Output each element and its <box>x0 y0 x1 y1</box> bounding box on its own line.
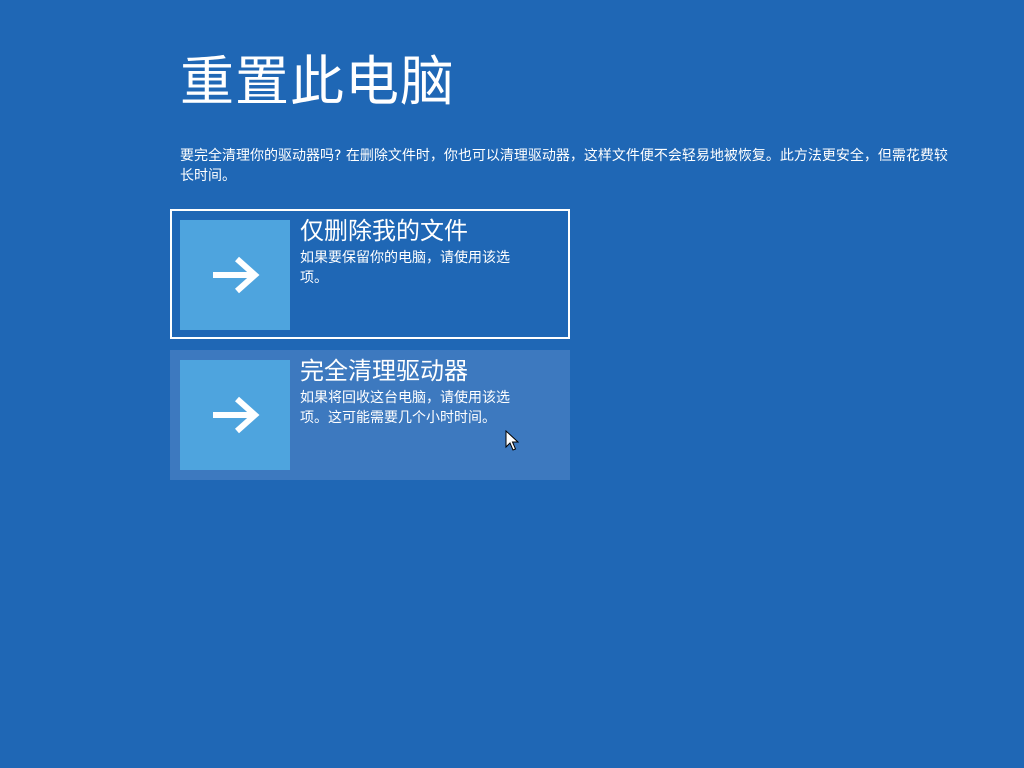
option-remove-files-only[interactable]: 仅删除我的文件 如果要保留你的电脑，请使用该选项。 <box>170 209 570 339</box>
option-tile <box>180 360 290 470</box>
option-text: 完全清理驱动器 如果将回收这台电脑，请使用该选项。这可能需要几个小时时间。 <box>300 354 540 428</box>
option-fully-clean-drive[interactable]: 完全清理驱动器 如果将回收这台电脑，请使用该选项。这可能需要几个小时时间。 <box>170 350 570 480</box>
page-title: 重置此电脑 <box>180 50 455 113</box>
option-title: 完全清理驱动器 <box>300 357 468 385</box>
arrow-right-icon <box>213 256 260 294</box>
option-description: 如果将回收这台电脑，请使用该选项。这可能需要几个小时时间。 <box>300 390 510 426</box>
option-description: 如果要保留你的电脑，请使用该选项。 <box>300 250 510 286</box>
arrow-right-icon <box>213 396 260 434</box>
page-description: 要完全清理你的驱动器吗? 在删除文件时，你也可以清理驱动器，这样文件便不会轻易地… <box>180 148 948 184</box>
option-tile <box>180 220 290 330</box>
reset-pc-screen: 重置此电脑 要完全清理你的驱动器吗? 在删除文件时，你也可以清理驱动器，这样文件… <box>0 0 1024 768</box>
option-title: 仅删除我的文件 <box>300 217 468 245</box>
mouse-pointer-icon <box>505 430 519 451</box>
option-text: 仅删除我的文件 如果要保留你的电脑，请使用该选项。 <box>300 214 540 288</box>
